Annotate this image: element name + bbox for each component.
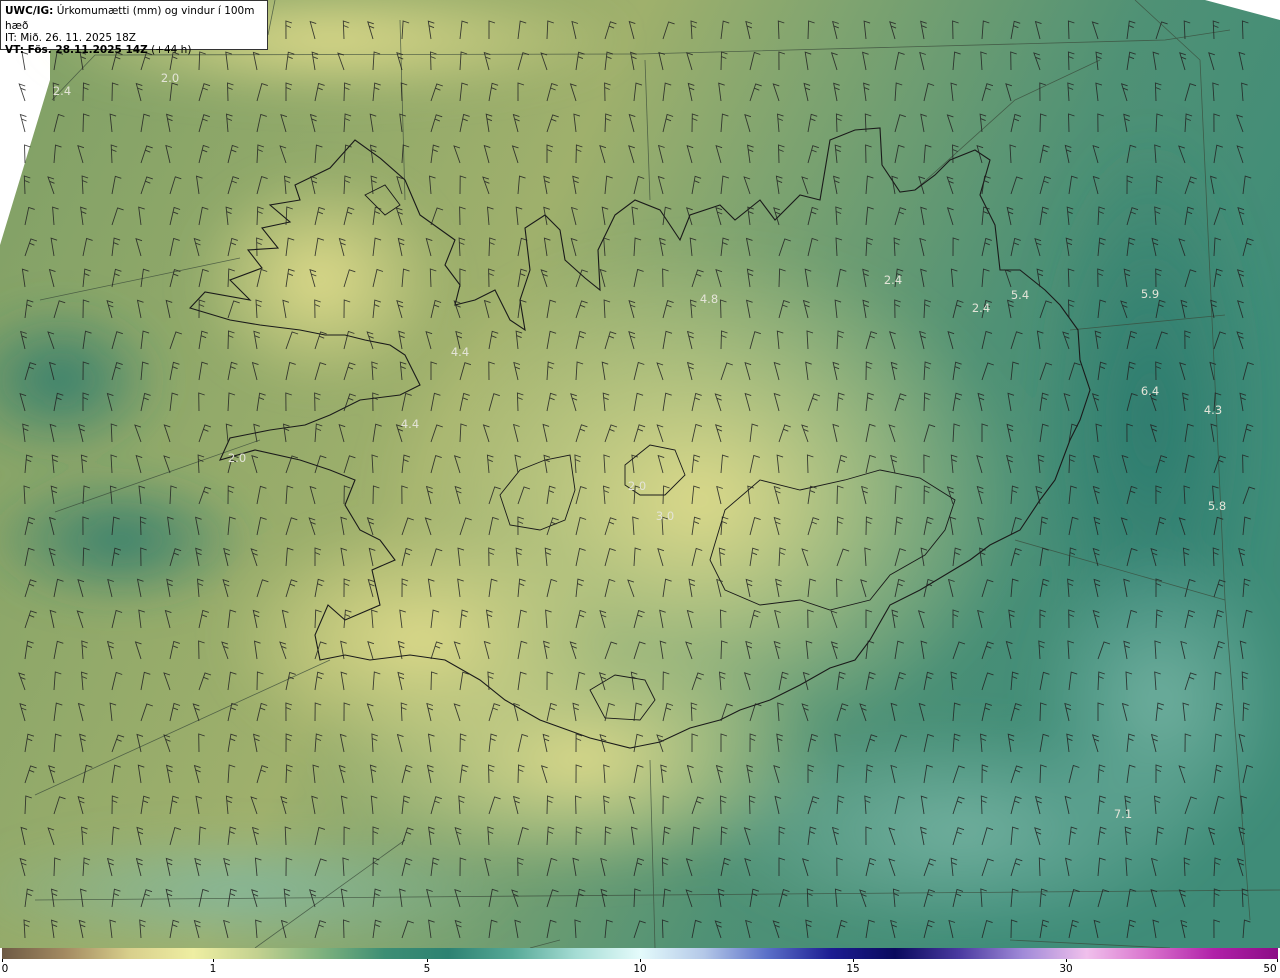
lead-time: (+44 h) <box>151 44 192 56</box>
colorbar-strip <box>2 948 1278 959</box>
valid-time: VT: Fös. 28.11.2025 14Z <box>5 44 148 56</box>
value-label: 2.4 <box>884 273 902 287</box>
value-label: 2.0 <box>228 451 246 465</box>
value-label: 4.4 <box>451 345 469 359</box>
colorbar-tick: 1 <box>209 963 217 975</box>
map-title-box: UWC/IG: Úrkomumætti (mm) og vindur í 100… <box>0 0 268 56</box>
value-label: 4.4 <box>401 417 419 431</box>
value-label: 3.0 <box>656 509 674 523</box>
value-label: 6.4 <box>1141 384 1159 398</box>
colorbar-tick: 30 <box>1059 963 1073 975</box>
value-label: 5.9 <box>1141 287 1159 301</box>
model-name: UWC/IG: <box>5 5 54 17</box>
value-label: 2.4 <box>972 301 990 315</box>
value-label: 2.4 <box>53 84 71 98</box>
value-label: 4.3 <box>1204 403 1222 417</box>
value-label: 4.8 <box>700 292 718 306</box>
value-label: 5.8 <box>1208 499 1226 513</box>
value-label: 2.0 <box>628 479 646 493</box>
precipitation-map: 2.4 2.0 4.8 2.4 5.4 2.4 5.9 4.4 4.4 2.0 … <box>0 0 1280 948</box>
wind-barb <box>19 113 27 133</box>
colorbar-tick: 5 <box>423 963 431 975</box>
value-label: 2.0 <box>161 71 179 85</box>
value-label: 7.1 <box>1114 807 1132 821</box>
colorbar-tick: 0 <box>1 963 9 975</box>
colorbar-tick: 15 <box>846 963 860 975</box>
colorbar: 0 1 5 10 15 30 50 <box>0 948 1280 978</box>
colorbar-tick: 10 <box>633 963 647 975</box>
value-label: 5.4 <box>1011 288 1029 302</box>
wind-barb <box>18 83 26 102</box>
colorbar-tick: 50 <box>1263 963 1277 975</box>
